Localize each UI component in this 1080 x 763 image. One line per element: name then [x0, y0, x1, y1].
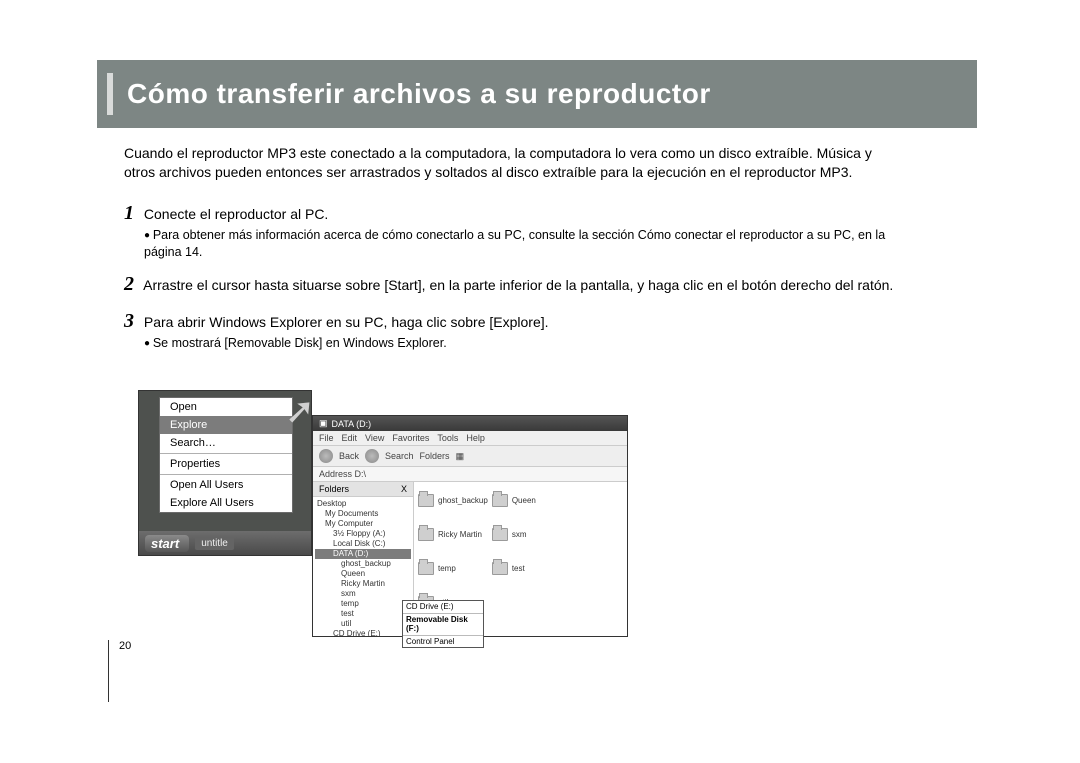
- tree-util[interactable]: util: [315, 619, 411, 629]
- callout-line2: Removable Disk (F:): [403, 614, 483, 636]
- folders-label[interactable]: Folders: [420, 451, 450, 461]
- ctx-open-all[interactable]: Open All Users: [160, 476, 292, 494]
- step-1-sub: Para obtener más información acerca de c…: [144, 227, 894, 261]
- tree-queen[interactable]: Queen: [315, 569, 411, 579]
- page-number: 20: [119, 640, 131, 652]
- back-icon[interactable]: [319, 449, 333, 463]
- file-ricky[interactable]: Ricky Martin: [418, 522, 488, 546]
- ctx-sep-2: [160, 474, 292, 475]
- folder-tree: Desktop My Documents My Computer 3½ Flop…: [313, 497, 413, 637]
- file-test[interactable]: test: [492, 556, 556, 580]
- step-3-text: Para abrir Windows Explorer en su PC, ha…: [144, 314, 549, 330]
- tree-ghost[interactable]: ghost_backup: [315, 559, 411, 569]
- menu-file[interactable]: File: [319, 433, 334, 443]
- title-bar: Cómo transferir archivos a su reproducto…: [107, 73, 711, 115]
- removable-disk-callout: CD Drive (E:) Removable Disk (F:) Contro…: [402, 600, 484, 648]
- step-2-number: 2: [124, 273, 134, 295]
- tree-desktop[interactable]: Desktop: [315, 499, 411, 509]
- file-queen[interactable]: Queen: [492, 488, 556, 512]
- folders-header: Folders: [319, 484, 349, 494]
- start-button[interactable]: start: [145, 535, 189, 552]
- taskbar: start untitle: [139, 531, 311, 555]
- folder-icon: ▣: [319, 418, 328, 429]
- intro-paragraph: Cuando el reproductor MP3 este conectado…: [124, 144, 894, 182]
- folder-icon: [418, 562, 434, 575]
- ctx-explore-all[interactable]: Explore All Users: [160, 494, 292, 512]
- menu-tools[interactable]: Tools: [437, 433, 458, 443]
- menu-edit[interactable]: Edit: [342, 433, 358, 443]
- folder-icon: [418, 528, 434, 541]
- file-sxm[interactable]: sxm: [492, 522, 556, 546]
- body-content: Cuando el reproductor MP3 este conectado…: [124, 144, 894, 361]
- step-2: 2 Arrastre el cursor hasta situarse sobr…: [124, 271, 894, 298]
- taskbar-item[interactable]: untitle: [195, 537, 234, 550]
- tree-test[interactable]: test: [315, 609, 411, 619]
- ctx-sep-1: [160, 453, 292, 454]
- back-label[interactable]: Back: [339, 451, 359, 461]
- header-band: Cómo transferir archivos a su reproducto…: [97, 60, 977, 128]
- step-3-sub: Se mostrará [Removable Disk] en Windows …: [144, 335, 894, 352]
- step-1-text: Conecte el reproductor al PC.: [144, 206, 328, 222]
- folders-pane: Folders X Desktop My Documents My Comput…: [313, 482, 414, 637]
- address-bar[interactable]: Address D:\: [313, 467, 627, 482]
- folders-close[interactable]: X: [401, 484, 407, 494]
- tree-cde[interactable]: CD Drive (E:): [315, 629, 411, 637]
- figure-start-menu: Open Explore Search… Properties Open All…: [138, 390, 312, 556]
- folder-icon: [492, 528, 508, 541]
- forward-icon[interactable]: [365, 449, 379, 463]
- context-menu: Open Explore Search… Properties Open All…: [159, 397, 293, 513]
- folder-icon: [492, 562, 508, 575]
- views-icon[interactable]: ▦: [456, 451, 465, 462]
- menu-help[interactable]: Help: [466, 433, 485, 443]
- callout-line1: CD Drive (E:): [403, 601, 483, 614]
- menu-bar: File Edit View Favorites Tools Help: [313, 431, 627, 446]
- ctx-open[interactable]: Open: [160, 398, 292, 416]
- step-3-number: 3: [124, 310, 134, 332]
- address-value: D:\: [355, 469, 367, 479]
- tree-ricky[interactable]: Ricky Martin: [315, 579, 411, 589]
- toolbar: Back Search Folders ▦: [313, 446, 627, 467]
- menu-view[interactable]: View: [365, 433, 384, 443]
- tree-floppy[interactable]: 3½ Floppy (A:): [315, 529, 411, 539]
- file-temp[interactable]: temp: [418, 556, 488, 580]
- step-3: 3 Para abrir Windows Explorer en su PC, …: [124, 308, 894, 352]
- page-title: Cómo transferir archivos a su reproducto…: [127, 78, 711, 110]
- window-title: DATA (D:): [332, 419, 372, 429]
- address-label: Address: [319, 469, 352, 479]
- menu-favorites[interactable]: Favorites: [392, 433, 429, 443]
- file-ghost[interactable]: ghost_backup: [418, 488, 488, 512]
- step-1: 1 Conecte el reproductor al PC. Para obt…: [124, 200, 894, 261]
- window-titlebar: ▣ DATA (D:): [313, 416, 627, 431]
- step-2-text: Arrastre el cursor hasta situarse sobre …: [143, 277, 893, 293]
- tree-temp[interactable]: temp: [315, 599, 411, 609]
- callout-line3: Control Panel: [403, 636, 483, 648]
- start-label: start: [151, 536, 179, 551]
- tree-sxm[interactable]: sxm: [315, 589, 411, 599]
- ctx-properties[interactable]: Properties: [160, 455, 292, 473]
- folder-icon: [492, 494, 508, 507]
- page-number-wrap: 20: [108, 640, 131, 702]
- tree-datad[interactable]: DATA (D:): [315, 549, 411, 559]
- tree-mycomp[interactable]: My Computer: [315, 519, 411, 529]
- tree-mydocs[interactable]: My Documents: [315, 509, 411, 519]
- step-1-number: 1: [124, 202, 134, 224]
- ctx-explore[interactable]: Explore: [160, 416, 292, 434]
- ctx-search[interactable]: Search…: [160, 434, 292, 452]
- tree-localc[interactable]: Local Disk (C:): [315, 539, 411, 549]
- folder-icon: [418, 494, 434, 507]
- search-label[interactable]: Search: [385, 451, 414, 461]
